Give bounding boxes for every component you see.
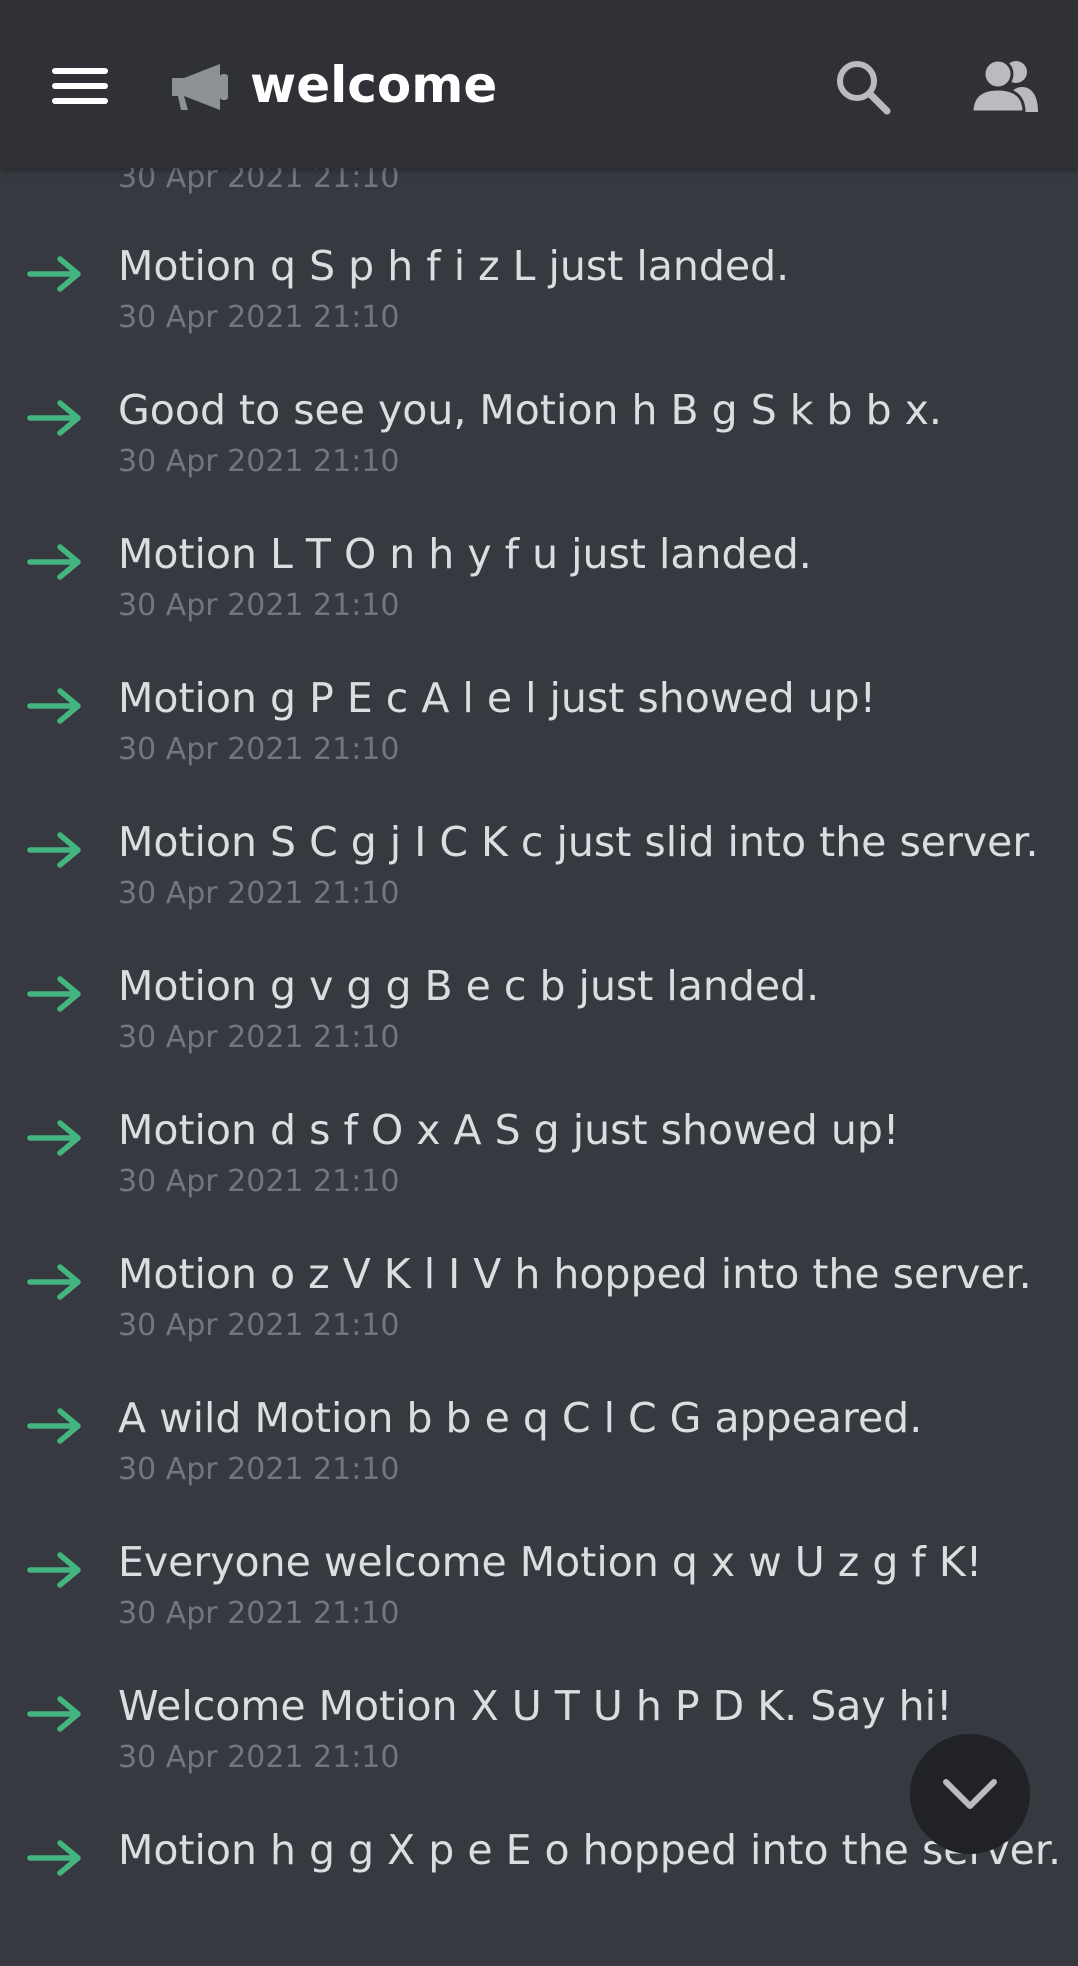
list-item[interactable]: Motion d s f O x A S g just showed up! 3… — [0, 1102, 1078, 1246]
message-timestamp: 30 Apr 2021 21:10 — [118, 444, 400, 479]
list-item[interactable]: Motion q S p h f i z L just landed. 30 A… — [0, 238, 1078, 382]
members-icon[interactable] — [972, 56, 1038, 114]
message-timestamp: 30 Apr 2021 21:10 — [118, 1020, 400, 1055]
message-timestamp: 30 Apr 2021 21:10 — [118, 1740, 400, 1775]
message-text: Motion S C g j I C K c just slid into th… — [118, 818, 1039, 866]
join-arrow-icon — [27, 544, 81, 580]
join-arrow-icon — [27, 256, 81, 292]
message-timestamp: 30 Apr 2021 21:10 — [118, 588, 400, 623]
message-text: Motion q S p h f i z L just landed. — [118, 242, 790, 290]
message-timestamp: 30 Apr 2021 21:10 — [118, 732, 400, 767]
message-text: Everyone welcome Motion q x w U z g f K! — [118, 1538, 983, 1586]
message-text: A wild Motion b b e q C l C G appeared. — [118, 1394, 923, 1442]
menu-icon[interactable] — [52, 64, 110, 106]
message-text: Good to see you, Motion h B g S k b b x. — [118, 386, 942, 434]
message-timestamp: 30 Apr 2021 21:10 — [118, 1164, 400, 1199]
list-item[interactable]: Motion h g g X p e E o hopped into the s… — [0, 1822, 1078, 1966]
list-item[interactable]: A wild Motion b b e q C l C G appeared. … — [0, 1390, 1078, 1534]
message-text: Motion g P E c A l e l just showed up! — [118, 674, 877, 722]
join-arrow-icon — [27, 1264, 81, 1300]
message-text: Motion o z V K l I V h hopped into the s… — [118, 1250, 1032, 1298]
chevron-down-icon — [943, 1779, 997, 1809]
message-timestamp: 30 Apr 2021 21:10 — [118, 1452, 400, 1487]
message-text: Motion d s f O x A S g just showed up! — [118, 1106, 900, 1154]
message-timestamp: 30 Apr 2021 21:10 — [118, 1308, 400, 1343]
message-timestamp: 30 Apr 2021 21:10 — [118, 1596, 400, 1631]
list-item[interactable]: Motion g P E c A l e l just showed up! 3… — [0, 670, 1078, 814]
join-arrow-icon — [27, 1408, 81, 1444]
message-text: Motion h g g X p e E o hopped into the s… — [118, 1826, 1061, 1874]
join-arrow-icon — [27, 1120, 81, 1156]
list-item[interactable]: Everyone welcome Motion q x w U z g f K!… — [0, 1534, 1078, 1678]
jump-to-bottom-button[interactable] — [910, 1734, 1030, 1854]
join-arrow-icon — [27, 976, 81, 1012]
announcement-channel-icon — [172, 64, 228, 110]
list-item[interactable]: Motion o z V K l I V h hopped into the s… — [0, 1246, 1078, 1390]
list-item[interactable]: Motion L T O n h y f u just landed. 30 A… — [0, 526, 1078, 670]
list-item[interactable]: Good to see you, Motion h B g S k b b x.… — [0, 382, 1078, 526]
join-arrow-icon — [27, 688, 81, 724]
channel-header: welcome — [0, 0, 1078, 168]
join-arrow-icon — [27, 832, 81, 868]
message-text: Welcome Motion X U T U h P D K. Say hi! — [118, 1682, 953, 1730]
message-text: Motion g v g g B e c b just landed. — [118, 962, 820, 1010]
join-arrow-icon — [27, 1696, 81, 1732]
join-arrow-icon — [27, 400, 81, 436]
message-timestamp: 30 Apr 2021 21:10 — [118, 300, 400, 335]
channel-title: welcome — [250, 56, 498, 114]
join-arrow-icon — [27, 1552, 81, 1588]
list-item[interactable]: Motion g v g g B e c b just landed. 30 A… — [0, 958, 1078, 1102]
join-arrow-icon — [27, 1840, 81, 1876]
message-text: Motion L T O n h y f u just landed. — [118, 530, 812, 578]
message-list[interactable]: 30 Apr 2021 21:10 Motion q S p h f i z L… — [0, 0, 1078, 1890]
list-item[interactable]: Motion S C g j I C K c just slid into th… — [0, 814, 1078, 958]
search-icon[interactable] — [834, 58, 892, 116]
message-timestamp: 30 Apr 2021 21:10 — [118, 876, 400, 911]
